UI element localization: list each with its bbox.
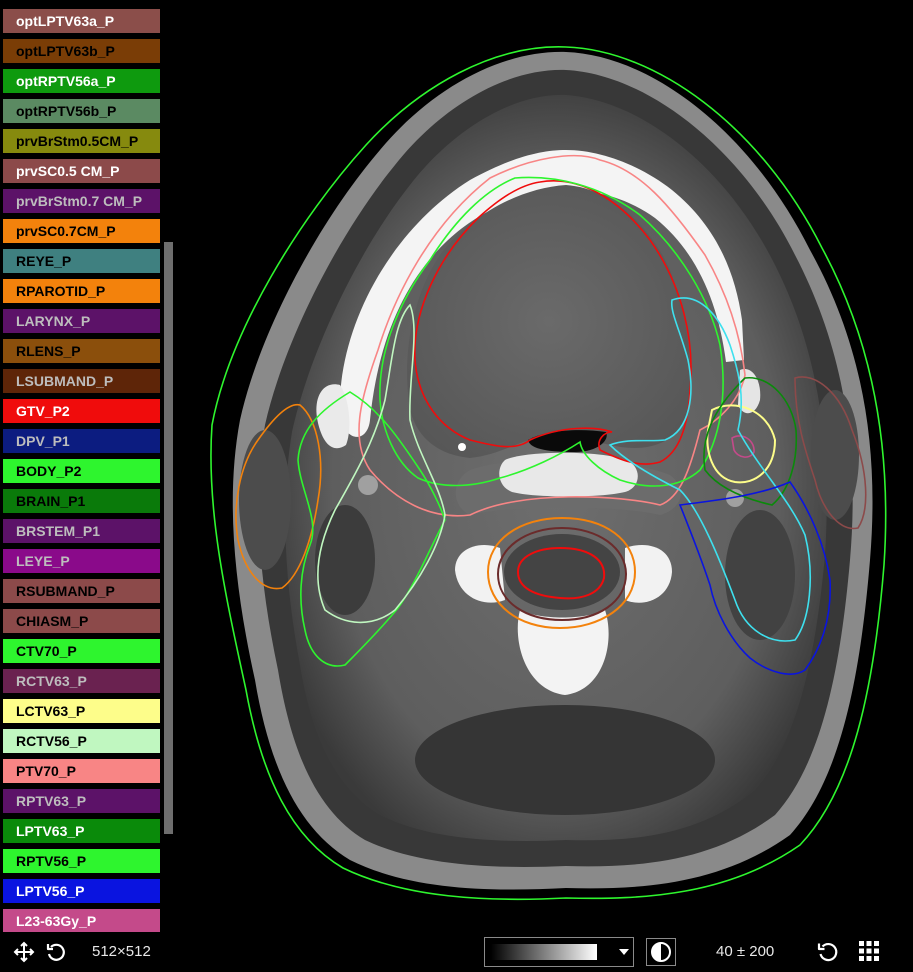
structure-item[interactable]: RPAROTID_P (3, 279, 160, 303)
move-arrows-icon[interactable] (13, 941, 35, 963)
structure-item[interactable]: L23-63Gy_P (3, 909, 160, 933)
structure-item[interactable]: REYE_P (3, 249, 160, 273)
structure-item[interactable]: optRPTV56b_P (3, 99, 160, 123)
rotate-ccw-icon[interactable] (45, 941, 67, 963)
structure-item[interactable]: GTV_P2 (3, 399, 160, 423)
structure-item[interactable]: prvSC0.7CM_P (3, 219, 160, 243)
chevron-down-icon (619, 949, 629, 955)
structure-item[interactable]: LSUBMAND_P (3, 369, 160, 393)
structure-item[interactable]: LPTV63_P (3, 819, 160, 843)
matrix-size: 512×512 (92, 943, 151, 960)
structure-item[interactable]: BRAIN_P1 (3, 489, 160, 513)
structure-item[interactable]: CTV70_P (3, 639, 160, 663)
structure-item[interactable]: RCTV56_P (3, 729, 160, 753)
structure-item[interactable]: PTV70_P (3, 759, 160, 783)
structure-item[interactable]: LPTV56_P (3, 879, 160, 903)
structure-item[interactable]: DPV_P1 (3, 429, 160, 453)
structure-list-scrollbar[interactable] (164, 242, 173, 834)
lut-gradient-preview (491, 944, 597, 960)
structure-item[interactable]: RPTV63_P (3, 789, 160, 813)
structure-item[interactable]: LCTV63_P (3, 699, 160, 723)
structure-item[interactable]: RLENS_P (3, 339, 160, 363)
structure-item[interactable]: optLPTV63a_P (3, 9, 160, 33)
structure-list: optLPTV63a_P optLPTV63b_P optRPTV56a_P optR… (0, 0, 176, 933)
lut-colormap-select[interactable] (484, 937, 634, 967)
contrast-icon[interactable] (646, 938, 676, 966)
structure-item[interactable]: BRSTEM_P1 (3, 519, 160, 543)
window-level-readout[interactable]: 40 ± 200 (716, 932, 774, 972)
structure-item[interactable]: LARYNX_P (3, 309, 160, 333)
bottom-toolbar: 512×512 40 ± 200 (0, 932, 913, 972)
structure-item[interactable]: optRPTV56a_P (3, 69, 160, 93)
reset-icon[interactable] (816, 940, 840, 964)
structure-item[interactable]: CHIASM_P (3, 609, 160, 633)
structure-item[interactable]: RSUBMAND_P (3, 579, 160, 603)
grid-icon[interactable] (859, 941, 879, 961)
structure-item[interactable]: prvSC0.5 CM_P (3, 159, 160, 183)
structure-item[interactable]: prvBrStm0.7 CM_P (3, 189, 160, 213)
structure-item[interactable]: BODY_P2 (3, 459, 160, 483)
structure-item[interactable]: LEYE_P (3, 549, 160, 573)
structure-item[interactable]: RCTV63_P (3, 669, 160, 693)
structure-item[interactable]: optLPTV63b_P (3, 39, 160, 63)
structure-item[interactable]: prvBrStm0.5CM_P (3, 129, 160, 153)
structure-item[interactable]: RPTV56_P (3, 849, 160, 873)
